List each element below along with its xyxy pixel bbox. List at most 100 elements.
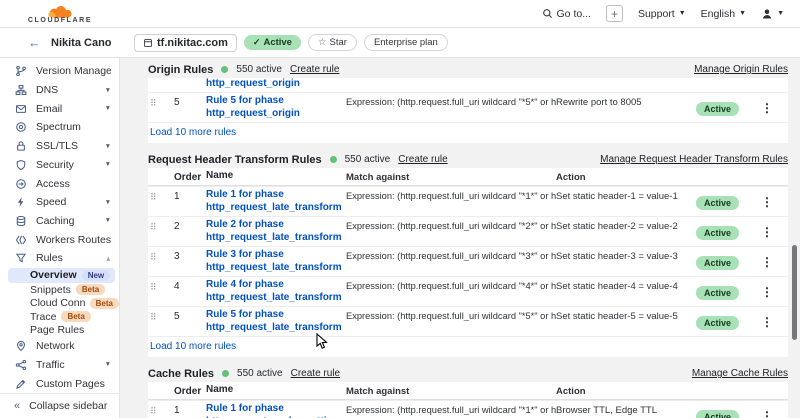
- caret-down-icon: ▼: [105, 217, 111, 224]
- support-menu[interactable]: Support ▼: [638, 8, 686, 20]
- manage-origin-rules-link[interactable]: Manage Origin Rules: [694, 64, 788, 75]
- rule-action: Set static header-5 = value-5: [556, 309, 696, 322]
- rule-name-link[interactable]: http_request_origin: [206, 78, 346, 91]
- sidebar-item-trace[interactable]: Trace Beta: [0, 310, 119, 323]
- kebab-menu-icon[interactable]: ⋮: [756, 255, 778, 269]
- user-menu[interactable]: ▼: [761, 8, 784, 20]
- sidebar-item-version-management[interactable]: Version Management: [0, 62, 119, 81]
- status-badge: Active: [696, 256, 739, 270]
- account-bar: ← Nikita Cano tf.nikitac.com ✓ Active ☆ …: [0, 28, 800, 58]
- sidebar-item-ssl-tls[interactable]: SSL/TLS ▼: [0, 137, 119, 156]
- rule-name-link[interactable]: Rule 3 for phasehttp_request_late_transf…: [206, 249, 346, 274]
- account-name: Nikita Cano: [51, 37, 112, 49]
- sidebar-item-access[interactable]: Access: [0, 174, 119, 193]
- rule-name-link[interactable]: Rule 5 for phasehttp_request_origin: [206, 95, 346, 120]
- goto-label: Go to...: [557, 8, 591, 20]
- rule-action: Rewrite port to 8005: [556, 95, 696, 108]
- access-icon: [14, 177, 27, 190]
- sidebar-item-security[interactable]: Security ▼: [0, 156, 119, 175]
- drag-handle-icon[interactable]: ⠿: [150, 309, 174, 323]
- column-order: Order: [174, 384, 206, 397]
- active-count: 550 active: [236, 64, 282, 75]
- star-button[interactable]: ☆ Star: [308, 34, 357, 51]
- kebab-menu-icon[interactable]: ⋮: [756, 285, 778, 299]
- sidebar-item-rules[interactable]: Rules ▼: [0, 249, 119, 268]
- add-button[interactable]: +: [606, 5, 623, 22]
- column-order: Order: [174, 170, 206, 183]
- caret-down-icon: ▼: [105, 87, 111, 94]
- pen-icon: [14, 377, 27, 390]
- sidebar-item-speed[interactable]: Speed ▼: [0, 193, 119, 212]
- status-badge: Active: [696, 410, 739, 418]
- sidebar-item-spectrum[interactable]: Spectrum: [0, 118, 119, 137]
- sidebar-item-caching[interactable]: Caching ▼: [0, 212, 119, 231]
- sidebar-item-label: Access: [36, 178, 70, 190]
- sidebar-item-dns[interactable]: DNS ▼: [0, 81, 119, 100]
- drag-handle-icon[interactable]: ⠿: [150, 279, 174, 293]
- domain-selector[interactable]: tf.nikitac.com: [134, 34, 237, 52]
- manage-cache-rules-link[interactable]: Manage Cache Rules: [692, 368, 788, 379]
- kebab-menu-icon[interactable]: ⋮: [756, 195, 778, 209]
- rule-name-link[interactable]: Rule 1 for phasehttp_request_cache_setti…: [206, 403, 346, 418]
- sidebar-item-network[interactable]: Network: [0, 337, 119, 356]
- sidebar-item-workers-routes[interactable]: Workers Routes: [0, 230, 119, 249]
- back-arrow-icon[interactable]: ←: [28, 35, 41, 50]
- rule-name-link[interactable]: Rule 4 for phasehttp_request_late_transf…: [206, 279, 346, 304]
- table-row: ⠿ 3 Rule 3 for phasehttp_request_late_tr…: [148, 246, 788, 276]
- domain-name: tf.nikitac.com: [157, 37, 228, 49]
- section-title: Cache Rules: [148, 368, 214, 380]
- rule-name-link[interactable]: Rule 1 for phasehttp_request_late_transf…: [206, 189, 346, 214]
- kebab-menu-icon[interactable]: ⋮: [756, 409, 778, 418]
- goto-search[interactable]: Go to...: [542, 8, 591, 20]
- sidebar-item-label: Traffic: [36, 359, 65, 371]
- sidebar-item-label: Email: [36, 103, 62, 115]
- create-rule-link[interactable]: Create rule: [290, 64, 339, 75]
- sidebar-item-page-rules[interactable]: Page Rules: [0, 323, 119, 336]
- drag-handle-icon[interactable]: ⠿: [150, 219, 174, 233]
- plan-badge: Enterprise plan: [364, 34, 448, 51]
- collapse-sidebar-button[interactable]: « Collapse sidebar: [0, 393, 119, 418]
- new-badge: New: [82, 270, 110, 281]
- sidebar-item-label: Caching: [36, 215, 75, 227]
- create-rule-link[interactable]: Create rule: [291, 368, 340, 379]
- create-rule-link[interactable]: Create rule: [398, 154, 447, 165]
- caret-down-icon: ▼: [105, 361, 111, 368]
- sidebar-item-custom-pages[interactable]: Custom Pages: [0, 374, 119, 393]
- cache-rules-header: Cache Rules 550 active Create rule Manag…: [148, 365, 788, 382]
- sidebar-item-overview[interactable]: Overview New: [8, 268, 115, 283]
- zone-status-label: Active: [263, 37, 292, 48]
- beta-badge: Beta: [76, 284, 105, 295]
- table-header-row: Order Name Match against Action: [148, 382, 788, 400]
- star-label: Star: [330, 37, 347, 48]
- sidebar-item-cloud-connector[interactable]: Cloud Connector Beta: [0, 297, 119, 310]
- sidebar-item-label: DNS: [36, 84, 58, 96]
- lightning-icon: [14, 196, 27, 209]
- sidebar-item-email[interactable]: Email ▼: [0, 99, 119, 118]
- drag-handle-icon[interactable]: ⠿: [150, 95, 174, 109]
- rule-name-link[interactable]: Rule 2 for phasehttp_request_late_transf…: [206, 219, 346, 244]
- sidebar: Version Management DNS ▼ Email ▼ Spectru…: [0, 58, 120, 418]
- sidebar-item-traffic[interactable]: Traffic ▼: [0, 356, 119, 375]
- kebab-menu-icon[interactable]: ⋮: [756, 315, 778, 329]
- manage-rhtr-link[interactable]: Manage Request Header Transform Rules: [600, 154, 788, 165]
- load-more-link[interactable]: Load 10 more rules: [148, 122, 788, 143]
- kebab-menu-icon[interactable]: ⋮: [756, 225, 778, 239]
- caret-down-icon: ▼: [777, 10, 784, 17]
- column-action: Action: [556, 170, 696, 183]
- table-row: ⠿ 2 Rule 2 for phasehttp_request_late_tr…: [148, 216, 788, 246]
- origin-rules-table: http_request_origin ⠿ 5 Rule 5 for phase…: [148, 78, 788, 143]
- drag-handle-icon[interactable]: ⠿: [150, 249, 174, 263]
- scrollbar-thumb[interactable]: [792, 245, 797, 340]
- rule-order: 1: [174, 403, 206, 416]
- language-menu[interactable]: English ▼: [701, 8, 746, 20]
- status-badge: Active: [696, 316, 739, 330]
- kebab-menu-icon[interactable]: ⋮: [756, 101, 778, 115]
- rule-match: Expression: (http.request.full_uri wildc…: [346, 189, 556, 201]
- rule-name-link[interactable]: Rule 5 for phasehttp_request_late_transf…: [206, 309, 346, 334]
- rule-action: Set static header-3 = value-3: [556, 249, 696, 262]
- email-icon: [14, 102, 27, 115]
- drag-handle-icon[interactable]: ⠿: [150, 403, 174, 417]
- sidebar-item-snippets[interactable]: Snippets Beta: [0, 283, 119, 296]
- drag-handle-icon[interactable]: ⠿: [150, 189, 174, 203]
- load-more-link[interactable]: Load 10 more rules: [148, 336, 788, 357]
